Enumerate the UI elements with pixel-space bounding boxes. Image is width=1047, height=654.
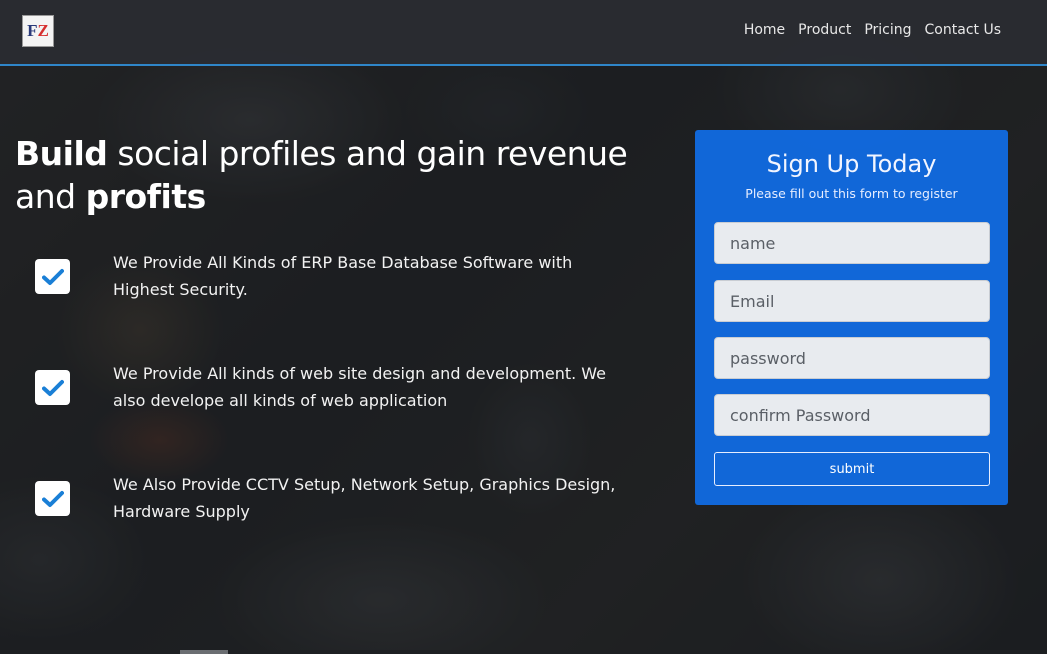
password-input[interactable]: [714, 337, 990, 379]
top-navbar: FZ Home Product Pricing Contact Us: [0, 0, 1047, 66]
name-input[interactable]: [714, 222, 990, 264]
hero-title: Build social profiles and gain revenue a…: [15, 132, 655, 218]
feature-text: We Provide All Kinds of ERP Base Databas…: [113, 253, 573, 299]
checkbox-icon: [35, 259, 70, 294]
nav-contact-link[interactable]: Contact Us: [925, 22, 1001, 38]
signup-title: Sign Up Today: [766, 150, 937, 178]
submit-button[interactable]: submit: [714, 452, 990, 486]
feature-item: We Also Provide CCTV Setup, Network Setu…: [0, 471, 640, 531]
hero-title-bold-profits: profits: [85, 177, 207, 216]
signup-subtitle: Please fill out this form to register: [745, 186, 958, 201]
feature-item: We Provide All Kinds of ERP Base Databas…: [0, 249, 640, 309]
nav-pricing-link[interactable]: Pricing: [864, 22, 911, 38]
nav-home-link[interactable]: Home: [744, 22, 785, 38]
nav-product-link[interactable]: Product: [798, 22, 851, 38]
brand-logo[interactable]: FZ: [22, 15, 54, 47]
confirm-password-input[interactable]: [714, 394, 990, 436]
checkbox-icon: [35, 481, 70, 516]
nav-links: Home Product Pricing Contact Us: [744, 22, 1001, 38]
email-input[interactable]: [714, 280, 990, 322]
feature-item: We Provide All kinds of web site design …: [0, 360, 640, 420]
hero-title-bold-build: Build: [15, 134, 108, 173]
scrollbar-thumb[interactable]: [180, 650, 228, 654]
checkbox-icon: [35, 370, 70, 405]
horizontal-scrollbar[interactable]: [0, 650, 1047, 654]
logo-letter-z: Z: [37, 21, 49, 40]
feature-text: We Provide All kinds of web site design …: [113, 364, 607, 410]
logo-letter-f: F: [27, 21, 38, 40]
feature-text: We Also Provide CCTV Setup, Network Setu…: [113, 475, 616, 521]
signup-form: Sign Up Today Please fill out this form …: [695, 130, 1008, 505]
